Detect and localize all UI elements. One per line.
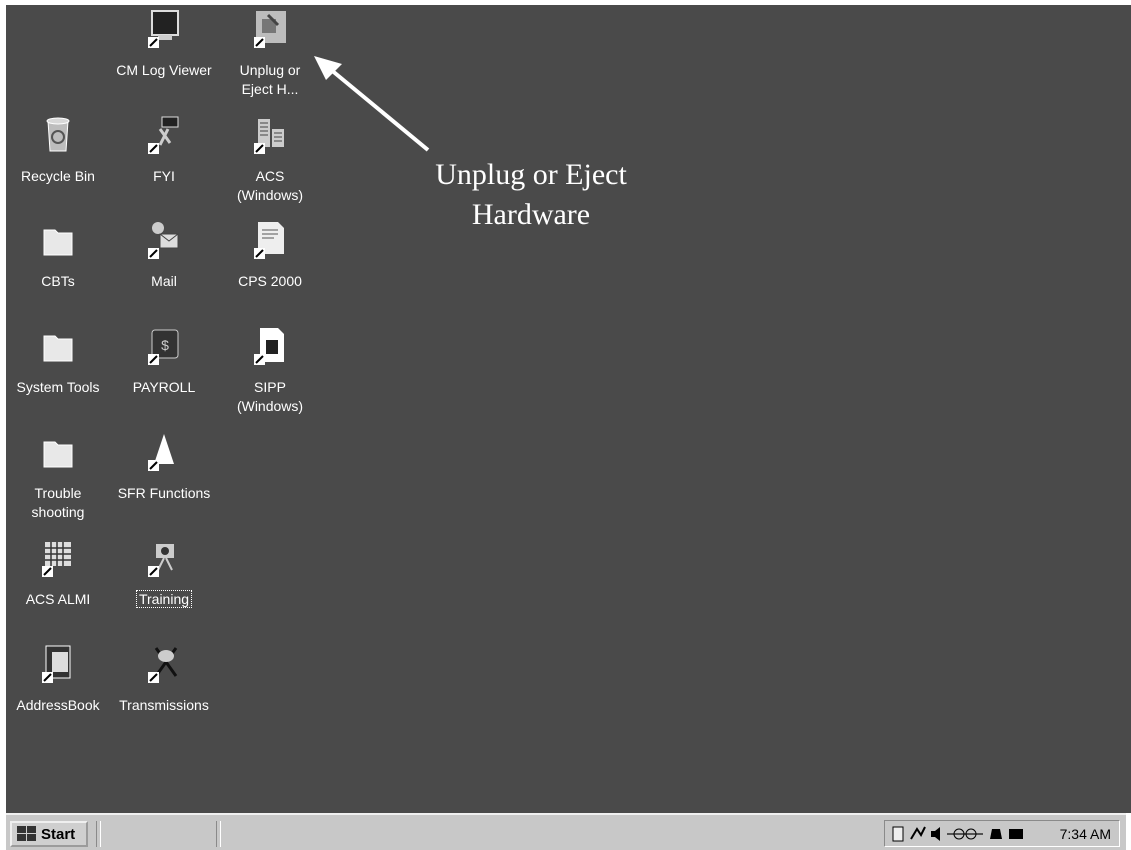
icon-label: PAYROLL (132, 379, 196, 395)
building-icon (254, 115, 286, 155)
desktop-icon-sipp-windows[interactable]: SIPP (Windows) (216, 326, 324, 426)
start-button[interactable]: Start (10, 821, 88, 847)
recycle-bin-icon (42, 115, 74, 155)
network-icon[interactable] (909, 825, 927, 843)
icon-label: Mail (151, 273, 177, 289)
taskbar-separator (96, 821, 101, 847)
desktop-icon-troubleshooting[interactable]: Trouble shooting (4, 432, 112, 532)
addressbook-icon (42, 644, 74, 684)
icon-label: SIPP (Windows) (236, 379, 304, 414)
desktop-icon-payroll[interactable]: $ PAYROLL (110, 326, 218, 426)
desktop[interactable]: Recycle Bin CBTs System Tools Trouble sh… (6, 5, 1131, 813)
desktop-icon-transmissions[interactable]: Transmissions (110, 644, 218, 744)
wizard-icon (148, 432, 180, 472)
desktop-icon-fyi[interactable]: FYI (110, 115, 218, 215)
folder-icon (42, 432, 74, 472)
annotation-text: Unplug or Eject Hardware (435, 158, 627, 231)
svg-text:$: $ (161, 337, 169, 353)
desktop-icon-training[interactable]: Training (110, 538, 218, 638)
document-icon (254, 220, 286, 260)
icon-label: Training (110, 590, 218, 609)
fyi-icon (148, 115, 180, 155)
page-icon (254, 326, 286, 366)
desktop-icon-sfr-functions[interactable]: SFR Functions (110, 432, 218, 532)
taskbar: Start 7:34 AM (6, 813, 1126, 850)
icon-label: CPS 2000 (238, 273, 302, 289)
icon-label: FYI (153, 168, 175, 184)
folder-icon (42, 220, 74, 260)
payroll-icon: $ (148, 326, 180, 366)
desktop-icon-acs-almi[interactable]: ACS ALMI (4, 538, 112, 638)
icon-label: CM Log Viewer (116, 62, 212, 78)
mail-icon (148, 220, 180, 260)
system-tray: 7:34 AM (884, 820, 1120, 847)
volume-icon[interactable] (929, 825, 943, 843)
icon-label: Recycle Bin (21, 168, 95, 184)
annotation-arrow (314, 56, 430, 152)
icon-label: AddressBook (16, 697, 100, 713)
desktop-icon-cps-2000[interactable]: CPS 2000 (216, 220, 324, 320)
desktop-icon-cm-log-viewer[interactable]: CM Log Viewer (110, 9, 218, 109)
display-icon[interactable] (1007, 825, 1025, 843)
windows-logo-icon (17, 826, 36, 841)
clock[interactable]: 7:34 AM (1060, 826, 1111, 842)
desktop-icon-system-tools[interactable]: System Tools (4, 326, 112, 426)
icon-label: Transmissions (119, 697, 209, 713)
grid-icon (42, 538, 74, 578)
eject-hardware-icon (254, 9, 286, 49)
icon-label: ACS (Windows) (236, 168, 304, 203)
icon-label: System Tools (16, 379, 100, 395)
scanner-icon[interactable] (989, 825, 1003, 843)
desktop-icon-mail[interactable]: Mail (110, 220, 218, 320)
unplug-tray-icon[interactable] (945, 825, 985, 843)
desktop-icon-recycle-bin[interactable]: Recycle Bin (4, 115, 112, 215)
monitor-icon (148, 9, 180, 49)
icon-label: ACS ALMI (25, 591, 91, 607)
pc-card-icon[interactable] (891, 825, 905, 843)
folder-icon (42, 326, 74, 366)
taskbar-separator (216, 821, 221, 847)
icon-label: Trouble shooting (31, 485, 85, 520)
start-label: Start (41, 825, 76, 843)
camera-icon (148, 538, 180, 578)
satellite-icon (148, 644, 180, 684)
desktop-icon-cbts[interactable]: CBTs (4, 220, 112, 320)
desktop-icon-addressbook[interactable]: AddressBook (4, 644, 112, 744)
icon-label: SFR Functions (117, 485, 211, 501)
icon-label: CBTs (41, 273, 75, 289)
